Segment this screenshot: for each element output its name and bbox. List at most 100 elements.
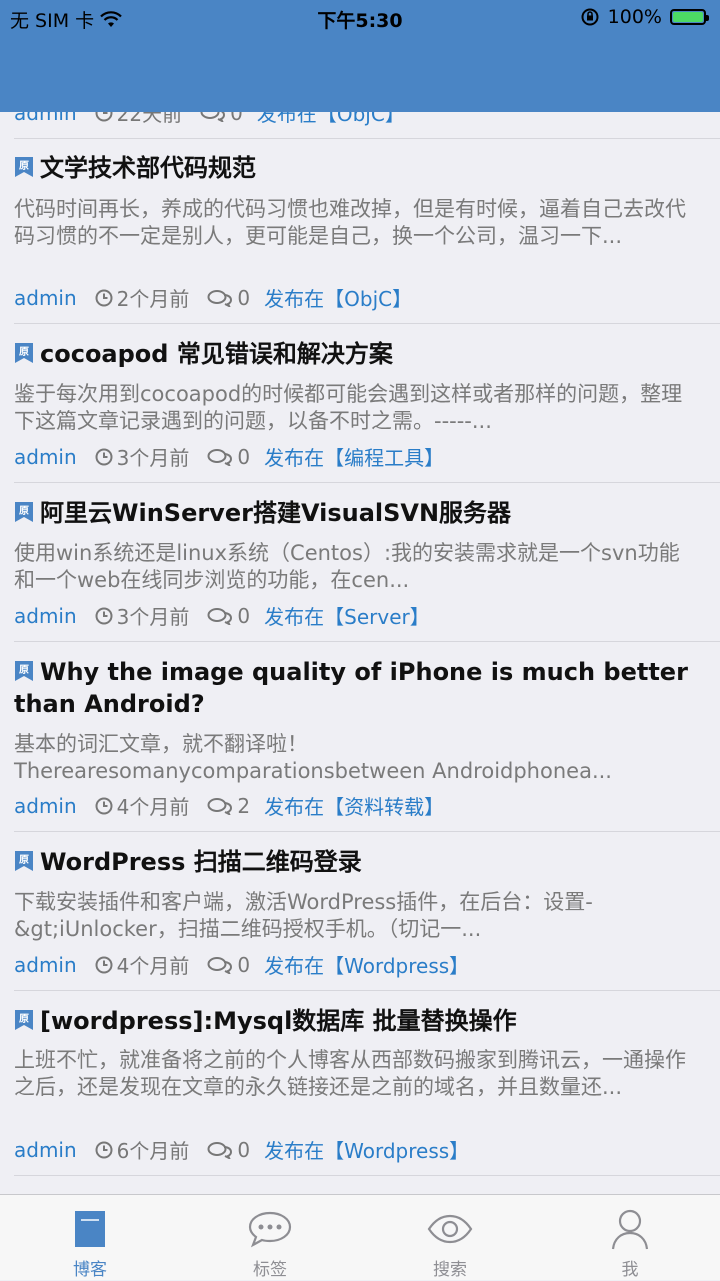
time-text: 2个月前 bbox=[116, 287, 190, 311]
tags-icon bbox=[248, 1211, 292, 1248]
article-excerpt: 使用win系统还是linux系统（Centos）:我的安装需求就是一个svn功能… bbox=[14, 541, 680, 592]
time-text: 6个月前 bbox=[116, 1139, 190, 1163]
tab-bar: 博客 标签 搜索 我 bbox=[0, 1194, 720, 1280]
clock-icon bbox=[95, 448, 113, 465]
author-link[interactable]: admin bbox=[14, 794, 77, 818]
article-meta: admin 6个月前 0 发布在【Wordpress】 bbox=[14, 1135, 469, 1164]
comment-icon bbox=[207, 1141, 233, 1159]
tab-label: 搜索 bbox=[433, 1260, 467, 1280]
comment-count: 2 bbox=[207, 794, 250, 818]
divider bbox=[14, 482, 720, 483]
comment-number: 0 bbox=[237, 952, 251, 977]
divider bbox=[14, 831, 720, 832]
eye-icon bbox=[427, 1214, 473, 1244]
tab-label: 标签 bbox=[253, 1260, 287, 1280]
author-link[interactable]: admin bbox=[14, 286, 77, 310]
divider bbox=[14, 1175, 720, 1176]
category-link[interactable]: 发布在【ObjC】 bbox=[264, 283, 412, 312]
comment-count: 0 bbox=[207, 445, 250, 469]
time-text: 4个月前 bbox=[116, 795, 190, 819]
comment-icon bbox=[207, 607, 233, 625]
navigation-bar: 无 SIM 卡 下午5:30 100% bbox=[0, 0, 720, 112]
status-right: 100% bbox=[580, 6, 709, 28]
article-meta: admin 4个月前 2 发布在【资料转载】 bbox=[14, 791, 444, 820]
comment-number: 0 bbox=[237, 603, 251, 628]
orientation-lock-icon bbox=[581, 8, 599, 26]
comment-count: 0 bbox=[207, 953, 250, 977]
article-meta: admin 3个月前 0 发布在【编程工具】 bbox=[14, 442, 444, 471]
battery-percent: 100% bbox=[607, 6, 662, 28]
category-link[interactable]: 发布在【Wordpress】 bbox=[264, 950, 469, 979]
clock-icon bbox=[95, 289, 113, 306]
title-text: Why the image quality of iPhone is much … bbox=[14, 658, 688, 718]
article-title[interactable]: 原阿里云WinServer搭建VisualSVN服务器 bbox=[14, 497, 700, 529]
time-text: 3个月前 bbox=[116, 605, 190, 629]
status-bar: 无 SIM 卡 下午5:30 100% bbox=[0, 0, 720, 36]
article-list[interactable]: admin 22天前 0 发布在【ObjC】 原文学技术部代码规范 代码时间再长… bbox=[0, 0, 720, 1194]
title-text: WordPress 扫描二维码登录 bbox=[40, 848, 362, 876]
comment-count: 0 bbox=[207, 1138, 250, 1162]
category-link[interactable]: 发布在【编程工具】 bbox=[264, 442, 444, 471]
article-meta: admin 4个月前 0 发布在【Wordpress】 bbox=[14, 950, 469, 979]
article-title[interactable]: 原 cocoapod 常见错误和解决方案 bbox=[14, 338, 700, 370]
comment-icon bbox=[207, 797, 233, 815]
article-title[interactable]: 原 WordPress 扫描二维码登录 bbox=[14, 846, 700, 878]
clock-icon bbox=[95, 607, 113, 624]
article-excerpt: 上班不忙，就准备将之前的个人博客从西部数码搬家到腾讯云，一通操作之后，还是发现在… bbox=[14, 1048, 686, 1099]
article-title[interactable]: 原文学技术部代码规范 bbox=[14, 152, 700, 184]
tab-me[interactable]: 我 bbox=[540, 1195, 720, 1281]
title-text: 文学技术部代码规范 bbox=[40, 154, 256, 182]
comment-icon bbox=[207, 448, 233, 466]
tab-search[interactable]: 搜索 bbox=[360, 1195, 540, 1281]
tab-label: 博客 bbox=[73, 1260, 107, 1280]
article-excerpt: 基本的词汇文章，就不翻译啦！Therearesomanycomparations… bbox=[14, 732, 612, 783]
article-meta: admin 3个月前 0 发布在【Server】 bbox=[14, 601, 430, 630]
time-text: 3个月前 bbox=[116, 446, 190, 470]
tab-tags[interactable]: 标签 bbox=[180, 1195, 360, 1281]
svg-text:原: 原 bbox=[19, 346, 29, 358]
tab-blog[interactable]: 博客 bbox=[0, 1195, 180, 1281]
user-icon bbox=[611, 1209, 649, 1250]
svg-text:原: 原 bbox=[19, 160, 29, 172]
category-link[interactable]: 发布在【资料转载】 bbox=[264, 791, 444, 820]
title-text: 阿里云WinServer搭建VisualSVN服务器 bbox=[40, 499, 512, 527]
comment-icon bbox=[207, 956, 233, 974]
article-title[interactable]: 原 Why the image quality of iPhone is much… bbox=[14, 656, 700, 720]
author-link[interactable]: admin bbox=[14, 953, 77, 977]
time-stamp: 3个月前 bbox=[95, 442, 190, 471]
author-link[interactable]: admin bbox=[14, 1138, 77, 1162]
category-link[interactable]: 发布在【Wordpress】 bbox=[264, 1135, 469, 1164]
tab-label: 我 bbox=[621, 1260, 639, 1280]
article-excerpt: 代码时间再长，养成的代码习惯也难改掉，但是有时候，逼着自己去改代码习惯的不一定是… bbox=[14, 197, 686, 248]
author-link[interactable]: admin bbox=[14, 445, 77, 469]
comment-icon bbox=[207, 289, 233, 307]
divider bbox=[14, 990, 720, 991]
time-stamp: 6个月前 bbox=[95, 1135, 190, 1164]
blog-icon bbox=[75, 1211, 105, 1247]
svg-text:原: 原 bbox=[19, 854, 29, 866]
title-text: cocoapod 常见错误和解决方案 bbox=[40, 340, 393, 368]
clock-icon bbox=[95, 797, 113, 814]
comment-number: 0 bbox=[237, 1137, 251, 1162]
original-badge-icon: 原 bbox=[15, 502, 33, 522]
comment-count: 0 bbox=[207, 604, 250, 628]
time-text: 4个月前 bbox=[116, 954, 190, 978]
author-link[interactable]: admin bbox=[14, 604, 77, 628]
divider bbox=[14, 323, 720, 324]
original-badge-icon: 原 bbox=[15, 1010, 33, 1030]
category-link[interactable]: 发布在【Server】 bbox=[264, 601, 430, 630]
divider bbox=[14, 641, 720, 642]
original-badge-icon: 原 bbox=[15, 343, 33, 363]
time-stamp: 3个月前 bbox=[95, 601, 190, 630]
title-text: [wordpress]:Mysql数据库 批量替换操作 bbox=[40, 1007, 517, 1035]
svg-text:原: 原 bbox=[19, 1013, 29, 1025]
clock-icon bbox=[95, 956, 113, 973]
comment-count: 0 bbox=[207, 286, 250, 310]
original-badge-icon: 原 bbox=[15, 661, 33, 681]
article-title[interactable]: 原 [wordpress]:Mysql数据库 批量替换操作 bbox=[14, 1005, 700, 1037]
divider bbox=[14, 138, 720, 139]
battery-icon bbox=[670, 9, 709, 25]
original-badge-icon: 原 bbox=[15, 157, 33, 177]
time-stamp: 4个月前 bbox=[95, 791, 190, 820]
comment-number: 0 bbox=[237, 444, 251, 469]
